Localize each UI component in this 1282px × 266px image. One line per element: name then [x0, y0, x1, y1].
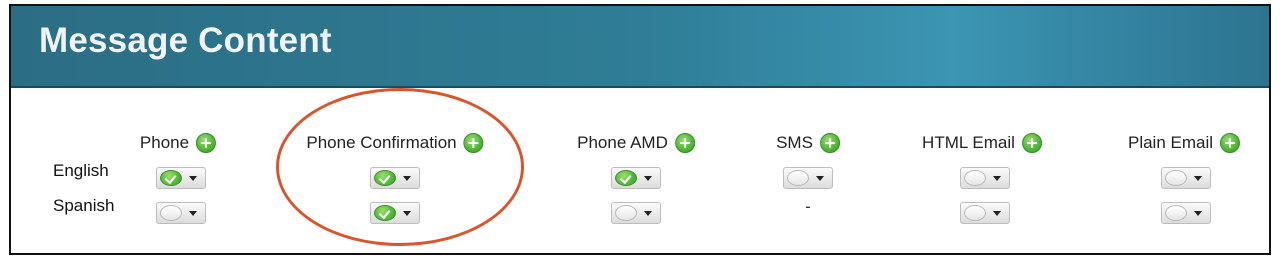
toggle-phone-english[interactable] [156, 167, 206, 189]
toggle-html-email-english[interactable] [960, 167, 1010, 189]
toggle-phone-amd-spanish[interactable] [611, 202, 661, 224]
empty-circle-icon [160, 205, 182, 221]
language-label-spanish: Spanish [53, 196, 115, 215]
column-header-plain-email: Plain Email [1127, 133, 1241, 153]
sms-spanish-unavailable: - [805, 197, 811, 216]
column-label: SMS [776, 133, 813, 152]
empty-circle-icon [964, 205, 986, 221]
add-icon[interactable] [1021, 133, 1042, 153]
column-header-sms: SMS [776, 133, 840, 153]
column-label: HTML Email [922, 133, 1015, 152]
caret-down-icon [1194, 211, 1202, 216]
toggle-plain-email-english[interactable] [1161, 167, 1211, 189]
check-circle-icon [160, 170, 182, 186]
panel-title: Message Content [39, 21, 332, 60]
caret-down-icon [403, 176, 411, 181]
column-label: Phone [139, 133, 190, 152]
message-content-panel: Message Content English Spanish Phone Ph… [9, 4, 1271, 255]
caret-down-icon [993, 211, 1001, 216]
caret-down-icon [1194, 176, 1202, 181]
caret-down-icon [189, 176, 197, 181]
toggle-phone-confirmation-english[interactable] [370, 167, 420, 189]
caret-down-icon [403, 211, 411, 216]
caret-down-icon [644, 211, 652, 216]
caret-down-icon [644, 176, 652, 181]
column-label: Phone AMD [577, 133, 668, 152]
toggle-html-email-spanish[interactable] [960, 202, 1010, 224]
check-circle-icon [374, 170, 396, 186]
column-header-phone-confirmation: Phone Confirmation [306, 133, 484, 153]
caret-down-icon [816, 176, 824, 181]
toggle-phone-amd-english[interactable] [611, 167, 661, 189]
toggle-plain-email-spanish[interactable] [1161, 202, 1211, 224]
add-icon[interactable] [674, 133, 695, 153]
toggle-phone-confirmation-spanish[interactable] [370, 202, 420, 224]
column-label: Plain Email [1127, 133, 1214, 152]
language-label-english: English [53, 161, 109, 180]
toggle-phone-spanish[interactable] [156, 202, 206, 224]
toggle-sms-english[interactable] [783, 167, 833, 189]
add-icon[interactable] [196, 133, 217, 153]
panel-header: Message Content [11, 6, 1269, 88]
empty-circle-icon [615, 205, 637, 221]
column-label: Phone Confirmation [306, 133, 457, 152]
caret-down-icon [993, 176, 1001, 181]
column-header-html-email: HTML Email [922, 133, 1042, 153]
empty-circle-icon [964, 170, 986, 186]
check-circle-icon [374, 205, 396, 221]
column-header-phone-amd: Phone AMD [577, 133, 695, 153]
add-icon[interactable] [1220, 133, 1241, 153]
caret-down-icon [189, 211, 197, 216]
empty-circle-icon [787, 170, 809, 186]
column-header-phone: Phone [139, 133, 217, 153]
check-circle-icon [615, 170, 637, 186]
add-icon[interactable] [819, 133, 840, 153]
empty-circle-icon [1165, 170, 1187, 186]
empty-circle-icon [1165, 205, 1187, 221]
add-icon[interactable] [463, 133, 484, 153]
